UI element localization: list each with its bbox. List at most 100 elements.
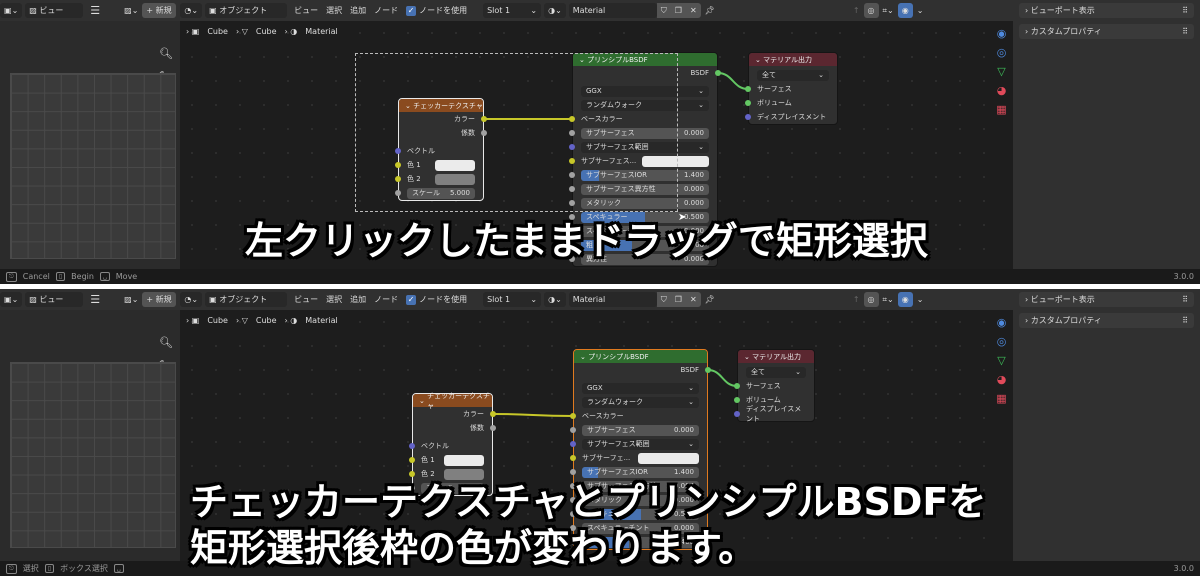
node-header[interactable]: ⌄ プリンシプルBSDF	[574, 350, 707, 363]
color2-swatch[interactable]	[444, 468, 484, 480]
caption-line: 左クリックしたままドラッグで矩形選択	[245, 219, 928, 263]
node-title: プリンシプルBSDF	[588, 352, 649, 361]
chevron-down-icon: ⌄	[688, 398, 694, 406]
color1-label: 色 1	[421, 456, 435, 464]
node-link[interactable]	[492, 413, 574, 417]
chevron-down-icon: ⌄	[698, 143, 704, 151]
key-icon: ⎋	[6, 563, 17, 574]
status-hint: Move	[115, 272, 138, 281]
material-tab-icon[interactable]: ◕	[990, 373, 1013, 386]
socket-shader[interactable]	[734, 383, 740, 389]
chevron-down-icon: ⌄	[818, 71, 824, 79]
color-swatch[interactable]	[638, 452, 699, 464]
node-header[interactable]: ⌄ チェッカーテクスチャ	[413, 392, 492, 410]
target-value: 全て	[751, 368, 765, 376]
object-tab-icon[interactable]: ◎	[990, 46, 1013, 59]
custom-properties-panel[interactable]: › カスタムプロパティ ⠿	[1019, 313, 1194, 328]
bsdf-input-row: サブサーフェスIOR 1.400	[570, 465, 707, 479]
chevron-down-icon: ⌄	[698, 87, 704, 95]
value-field[interactable]: サブサーフェスIOR 1.400	[582, 466, 699, 478]
key-icon: ␣	[99, 272, 110, 281]
caption-line: チェッカーテクスチャとプリンシプルBSDFを	[190, 480, 987, 524]
socket-shader[interactable]	[734, 397, 740, 403]
socket-shader[interactable]	[745, 100, 751, 106]
status-hint: Begin	[71, 272, 94, 281]
node-link[interactable]	[717, 72, 749, 90]
target-value: 全て	[762, 71, 776, 79]
distribution-dropdown[interactable]: GGX ⌄	[582, 382, 699, 394]
node-editor-window: ▣ ⌄ ▨ ビュー ☰ ▨⌄ + 新規 ◔⌄ ▣ オブジェクト ビュー 選択 追加…	[0, 0, 1200, 284]
mesh-data-tab-icon[interactable]: ▽	[990, 354, 1013, 367]
key-icon: ␣	[113, 564, 124, 573]
socket-shader[interactable]	[745, 86, 751, 92]
input-vector-label: ベクトル	[421, 442, 449, 450]
color1-swatch[interactable]	[444, 454, 484, 466]
volume-label: ボリューム	[757, 99, 792, 107]
surface-label: サーフェス	[757, 85, 792, 93]
drag-handle-icon[interactable]: ⠿	[1182, 295, 1188, 304]
socket-shader[interactable]	[705, 367, 711, 373]
view-layer-tab-icon[interactable]: ◉	[990, 316, 1013, 329]
view-layer-tab-icon[interactable]: ◉	[990, 27, 1013, 40]
caption-line: 矩形選択後枠の色が変わります。	[190, 526, 757, 570]
socket-vector[interactable]	[745, 114, 751, 120]
node-link[interactable]	[707, 369, 738, 387]
caption-overlay: 左クリックしたままドラッグで矩形選択	[245, 218, 928, 264]
node-title: マテリアル出力	[752, 352, 802, 361]
value-field[interactable]: サブサーフェス 0.000	[582, 424, 699, 436]
custom-properties-panel[interactable]: › カスタムプロパティ ⠿	[1019, 24, 1194, 39]
socket-float[interactable]	[570, 469, 576, 475]
drag-handle-icon[interactable]: ⠿	[1182, 27, 1188, 36]
displacement-label: ディスプレイスメント	[757, 113, 827, 121]
mouse-icon: ▯	[44, 564, 55, 573]
key-icon: ⎋	[6, 271, 17, 282]
viewport-display-panel[interactable]: › ビューポート表示 ⠿	[1019, 3, 1194, 18]
target-dropdown[interactable]: 全て ⌄	[757, 69, 829, 81]
status-hint: ボックス選択	[60, 564, 108, 573]
field-value: 1.400	[673, 468, 694, 476]
mesh-data-tab-icon[interactable]: ▽	[990, 65, 1013, 78]
drag-handle-icon[interactable]: ⠿	[1182, 316, 1188, 325]
subsurface-method-dropdown[interactable]: ランダムウォーク ⌄	[582, 396, 699, 408]
field-value: 0.000	[673, 426, 694, 434]
texture-tab-icon[interactable]: ▦	[990, 103, 1013, 116]
socket-float[interactable]	[570, 427, 576, 433]
version-label: 3.0.0	[1173, 564, 1194, 573]
target-dropdown[interactable]: 全て ⌄	[746, 366, 806, 378]
status-hint: 選択	[22, 564, 39, 573]
node-header[interactable]: ⌄ マテリアル出力	[749, 53, 837, 66]
chevron-down-icon: ⌄	[698, 101, 704, 109]
material-output-node[interactable]: ⌄ マテリアル出力 全て ⌄ サーフェス ボリューム ディスプレイスメント	[734, 349, 815, 423]
field-value: 1.400	[683, 171, 704, 179]
bsdf-input-row: サブサーフェス 0.000	[570, 423, 707, 437]
socket-color[interactable]	[490, 411, 496, 417]
properties-sidebar: › ビューポート表示 ⠿ › カスタムプロパティ ⠿	[1013, 289, 1200, 561]
socket-vector[interactable]	[409, 443, 415, 449]
viewport-display-panel[interactable]: › ビューポート表示 ⠿	[1019, 292, 1194, 307]
socket-color[interactable]	[409, 471, 415, 477]
material-output-node[interactable]: ⌄ マテリアル出力 全て ⌄ サーフェス ボリューム ディスプレイスメント	[745, 52, 838, 125]
material-tab-icon[interactable]: ◕	[990, 84, 1013, 97]
socket-color[interactable]	[570, 413, 576, 419]
object-tab-icon[interactable]: ◎	[990, 335, 1013, 348]
node-editor-window: ▣ ⌄ ▨ ビュー ☰ ▨⌄ + 新規 ◔⌄ ▣ オブジェクト ビュー 選択 追加…	[0, 289, 1200, 576]
output-bsdf-label: BSDF	[690, 69, 709, 77]
status-hint: Cancel	[22, 272, 50, 281]
socket-color[interactable]	[409, 457, 415, 463]
dropdown[interactable]: サブサーフェス範囲 ⌄	[582, 438, 699, 450]
socket-float[interactable]	[490, 425, 496, 431]
socket-color[interactable]	[570, 455, 576, 461]
field-value: 0.000	[683, 185, 704, 193]
status-bar: ⎋ Cancel ▯ Begin ␣ Move 3.0.0	[0, 269, 1200, 284]
drag-handle-icon[interactable]: ⠿	[1182, 6, 1188, 15]
distribution-value: GGX	[587, 384, 603, 392]
socket-shader[interactable]	[715, 70, 721, 76]
mouse-icon: ▯	[55, 272, 66, 281]
node-header[interactable]: ⌄ マテリアル出力	[738, 350, 814, 363]
chevron-down-icon: ⌄	[688, 440, 694, 448]
field-label: サブサーフェス	[587, 426, 636, 434]
socket-vector[interactable]	[570, 441, 576, 447]
socket-vector[interactable]	[734, 411, 740, 417]
texture-tab-icon[interactable]: ▦	[990, 392, 1013, 405]
output-color-label: カラー	[463, 410, 484, 418]
